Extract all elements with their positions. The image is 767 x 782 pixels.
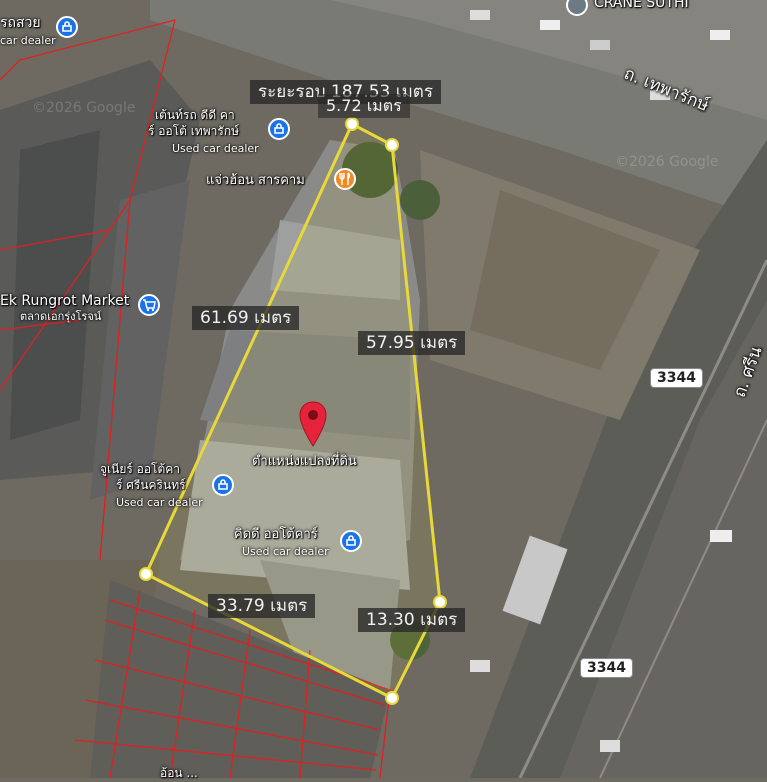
google-watermark: ©2026 Google [615, 154, 719, 170]
poi-category: Used car dealer [172, 142, 259, 155]
poi-name[interactable]: แจ่วฮ้อน สารคาม [206, 174, 305, 188]
car-dealer-icon[interactable] [340, 530, 362, 552]
car-dealer-icon[interactable] [268, 118, 290, 140]
poi-name[interactable]: CRANE SUTHI [594, 0, 689, 10]
map-pin-icon[interactable] [298, 400, 328, 448]
south-edge-length-label: 33.79 เมตร [208, 594, 316, 618]
poi-category: car dealer [0, 34, 56, 47]
poi-name-line2: ร์ ออโต้ เทพารักษ์ [148, 124, 240, 138]
west-edge-length-label: 61.69 เมตร [192, 306, 300, 330]
poi-name[interactable]: คิดดี ออโต้คาร์ [234, 528, 318, 542]
vertex-handle [385, 691, 399, 705]
route-shield: 3344 [580, 658, 633, 678]
vertex-handle [139, 567, 153, 581]
vertex-handle [385, 138, 399, 152]
poi-name[interactable]: เต้นท์รถ ดีดี คา [155, 108, 235, 122]
fork-knife-icon[interactable] [334, 168, 356, 190]
car-dealer-icon[interactable] [56, 16, 78, 38]
southeast-edge-length-label: 13.30 เมตร [358, 608, 466, 632]
shopping-cart-icon[interactable] [138, 294, 160, 316]
poi-category: Used car dealer [116, 496, 203, 509]
pin-label: ตำแหน่งแปลงที่ดิน [252, 454, 357, 469]
poi-name-line2: ร์ ศรีนครินทร์ [116, 478, 186, 492]
route-shield: 3344 [650, 368, 703, 388]
top-edge-length-label: 5.72 เมตร [318, 94, 410, 118]
vertex-handle [433, 595, 447, 609]
car-dealer-icon[interactable] [212, 474, 234, 496]
poi-name[interactable]: Ek Rungrot Market [0, 294, 129, 308]
vertex-handle [345, 117, 359, 131]
poi-category: Used car dealer [242, 545, 329, 558]
google-watermark: ©2026 Google [32, 100, 136, 116]
east-edge-length-label: 57.95 เมตร [358, 331, 466, 355]
poi-name[interactable]: รถสวย [0, 16, 41, 30]
poi-name[interactable]: จูเนียร์ ออโต้คา [100, 462, 180, 476]
poi-subname: ตลาดเอกรุ่งโรจน์ [20, 310, 102, 323]
